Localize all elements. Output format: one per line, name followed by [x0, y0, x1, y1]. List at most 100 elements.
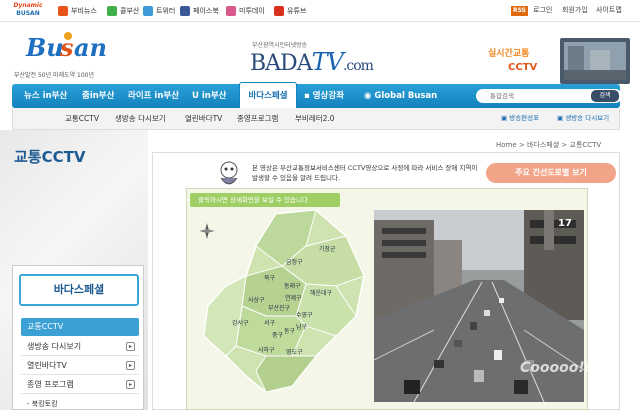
- district-sasang[interactable]: 사상구: [248, 295, 265, 304]
- district-seo[interactable]: 서구: [264, 318, 275, 327]
- sns-metoday[interactable]: 미투데이: [226, 5, 265, 17]
- nav-bada-special[interactable]: 바다스페셜: [239, 82, 297, 108]
- sitemap-link[interactable]: 사이트맵: [596, 5, 622, 15]
- sidebar-item-ended[interactable]: 종영 프로그램 ▸: [21, 376, 139, 394]
- district-haeundae[interactable]: 해운대구: [310, 288, 332, 297]
- globe-icon: ◉: [364, 91, 375, 101]
- sns-label: 유튜브: [287, 7, 307, 15]
- sidebar-item-open-tv[interactable]: 열린바다TV ▸: [21, 357, 139, 375]
- district-nam[interactable]: 남구: [296, 322, 307, 331]
- sns-youtube[interactable]: 유튜브: [274, 5, 306, 17]
- replay-label: 생방송 다시보기: [565, 114, 610, 122]
- sidebar-item-label: 열린바다TV: [27, 361, 67, 370]
- subnav-cctv[interactable]: 교통CCTV: [65, 113, 99, 124]
- district-saha[interactable]: 사하구: [258, 345, 275, 354]
- main-nav: 뉴스 in부산 줌in부산 라이프 in부산 U in부산 바다스페셜 ▪ 영상…: [12, 82, 622, 108]
- subnav-newsletter[interactable]: 부비레터2.0: [295, 113, 335, 124]
- sns-label: 페이스북: [193, 7, 219, 15]
- metoday-icon: [226, 6, 236, 16]
- svg-text:Bu: Bu: [25, 33, 64, 62]
- subnav-ended[interactable]: 종영프로그램: [237, 113, 278, 124]
- dynamic-logo-line1: Dynamic: [13, 2, 43, 9]
- page-title: 교통CCTV: [14, 148, 86, 166]
- sidebar-item-label: 종영 프로그램: [27, 380, 74, 389]
- sidebar-menu: 바다스페셜 교통CCTV 생방송 다시보기 ▸ 열린바다TV ▸ 종영 프로그램 ▸ …: [12, 265, 144, 410]
- schedule-link[interactable]: ▣ 방송편성표: [501, 112, 539, 122]
- cctv-promo-banner[interactable]: 실시간교통 CCTV: [482, 36, 634, 86]
- camera-number: 17: [558, 218, 572, 229]
- search-input[interactable]: [490, 91, 580, 101]
- sns-label: 콜부산: [120, 7, 140, 15]
- sns-news[interactable]: 부비뉴스: [58, 5, 97, 17]
- sidebar-item-cctv[interactable]: 교통CCTV: [21, 318, 139, 336]
- replay-icon: ▣: [557, 114, 566, 122]
- news-icon: [58, 6, 68, 16]
- search-button[interactable]: 검색: [591, 90, 619, 102]
- sidebar-heading: 바다스페셜: [19, 274, 139, 306]
- sidebar-item-replay[interactable]: 생방송 다시보기 ▸: [21, 338, 139, 356]
- global-label: Global Busan: [374, 91, 438, 101]
- promo-line1: 실시간교통: [488, 47, 529, 59]
- subnav-replay[interactable]: 생방송 다시보기: [115, 113, 166, 124]
- youtube-icon: [274, 6, 284, 16]
- mascot-icon: [220, 161, 238, 185]
- dynamic-logo-line2: BUSAN: [16, 10, 40, 17]
- district-geumjeong[interactable]: 금정구: [286, 257, 303, 266]
- watermark-text: Cooooo!!!: [520, 360, 598, 376]
- subnav-open-tv[interactable]: 열린바다TV: [185, 113, 222, 124]
- sidebar-subitem-booktalk[interactable]: - 북킹토킹: [21, 395, 139, 413]
- district-dong[interactable]: 동구: [284, 326, 295, 335]
- schedule-label: 방송편성표: [509, 114, 540, 122]
- sns-label: 미투데이: [239, 7, 265, 15]
- district-buk[interactable]: 북구: [264, 273, 275, 282]
- district-suyeong[interactable]: 수영구: [296, 310, 313, 319]
- district-yeonje[interactable]: 연제구: [285, 293, 302, 302]
- district-gijang[interactable]: 기장군: [319, 244, 336, 253]
- breadcrumb: Home > 바다스페셜 > 교통CCTV: [496, 141, 602, 149]
- nav-zoom[interactable]: 줌in부산: [82, 84, 114, 108]
- nav-life[interactable]: 라이프 in부산: [128, 84, 179, 108]
- map-hint: 클릭하시면 상세화면을 보실 수 있습니다: [190, 193, 340, 207]
- chevron-right-icon: ▸: [126, 361, 135, 370]
- busan-district-map[interactable]: [196, 206, 372, 396]
- rss-icon[interactable]: RSS: [511, 6, 528, 16]
- nav-news[interactable]: 뉴스 in부산: [24, 84, 67, 108]
- compass-icon: [199, 223, 215, 239]
- signup-link[interactable]: 회원가입: [562, 5, 588, 15]
- sidebar-item-label: 생방송 다시보기: [27, 342, 82, 351]
- sidebar-item-label: - 북킹토킹: [27, 400, 58, 408]
- svg-text:an: an: [74, 33, 107, 62]
- com-text: .com: [342, 58, 374, 74]
- district-busanjin[interactable]: 부산진구: [268, 303, 290, 312]
- sns-twitter[interactable]: 트위터: [143, 5, 175, 17]
- nav-global-busan[interactable]: ◉ Global Busan: [364, 84, 437, 108]
- blog-icon: [107, 6, 117, 16]
- sns-facebook[interactable]: 페이스북: [180, 5, 219, 17]
- promo-line2: CCTV: [508, 62, 537, 73]
- twitter-icon: [143, 6, 153, 16]
- district-gangseo[interactable]: 강서구: [232, 318, 249, 327]
- sub-nav: 교통CCTV 생방송 다시보기 열린바다TV 종영프로그램 부비레터2.0 ▣ …: [12, 108, 620, 130]
- replay-link[interactable]: ▣ 생방송 다시보기: [557, 112, 609, 122]
- district-dongnae[interactable]: 동래구: [284, 281, 301, 290]
- district-yeongdo[interactable]: 영도구: [286, 347, 303, 356]
- intro-notice: 본 영상은 부산교통정보서비스센터 CCTV영상으로 사정에 따라 서비스 장애…: [252, 164, 478, 182]
- dynamic-busan-logo[interactable]: Dynamic BUSAN: [6, 2, 50, 20]
- sns-label: 부비뉴스: [71, 7, 97, 15]
- badatv-logo[interactable]: BADATV.com: [250, 48, 374, 76]
- nav-u[interactable]: U in부산: [192, 84, 226, 108]
- chevron-right-icon: ▸: [126, 342, 135, 351]
- busan-logo[interactable]: Bu s an: [22, 30, 114, 66]
- top-bar: Dynamic BUSAN 부비뉴스 콜부산 트위터 페이스북 미투데이 유튜브…: [0, 0, 640, 22]
- nav-lecture[interactable]: ▪ 영상강좌: [304, 84, 344, 108]
- bada-text: BADA: [250, 51, 313, 76]
- facebook-icon: [180, 6, 190, 16]
- sns-blog[interactable]: 콜부산: [107, 5, 139, 17]
- district-jung[interactable]: 중구: [272, 330, 283, 339]
- search-box: 검색: [476, 89, 622, 103]
- nav-lecture-label: 영상강좌: [312, 91, 345, 101]
- arterial-road-button[interactable]: 주요 간선도로별 보기: [486, 163, 616, 183]
- login-link[interactable]: 로그인: [533, 5, 552, 15]
- schedule-icon: ▣: [501, 114, 510, 122]
- logo-slogan: 부산발전 50년 미래도약 100년: [14, 72, 95, 79]
